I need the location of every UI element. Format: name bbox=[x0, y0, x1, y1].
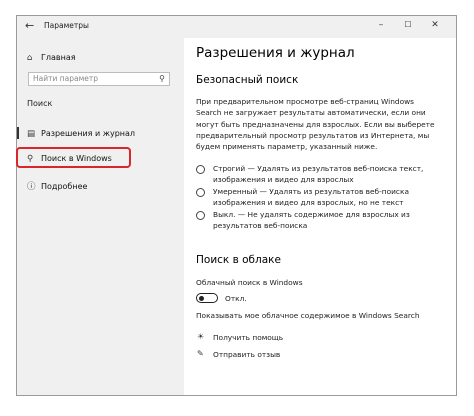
sidebar-home[interactable]: ⌂ Главная bbox=[27, 53, 76, 63]
radio-moderate-label: Умеренный — Удалять из результатов веб-п… bbox=[213, 187, 409, 208]
title-bar: ← Параметры – ☐ ✕ bbox=[17, 16, 456, 38]
radio-strict-label: Строгий — Удалять из результатов веб-пои… bbox=[213, 164, 424, 185]
toggle-knob bbox=[199, 295, 204, 301]
cloud-search-label: Облачный поиск в Windows bbox=[196, 278, 303, 287]
help-icon: ☀ bbox=[197, 332, 205, 341]
radio-strict[interactable] bbox=[196, 165, 205, 174]
content-pane: Разрешения и журнал Безопасный поиск При… bbox=[184, 38, 456, 395]
safe-search-description: При предварительном просмотре веб-страни… bbox=[196, 97, 435, 152]
home-icon: ⌂ bbox=[27, 53, 33, 63]
history-list-icon: ▤ bbox=[27, 129, 36, 139]
radio-off-label: Выкл. — Не удалять содержимое для взросл… bbox=[213, 210, 410, 231]
info-icon: ⓘ bbox=[27, 182, 36, 192]
search-input[interactable]: Найти параметр ⚲ bbox=[28, 72, 170, 86]
settings-window: ← Параметры – ☐ ✕ ⌂ Главная Найти парамет… bbox=[16, 15, 457, 396]
sidebar: ⌂ Главная Найти параметр ⚲ Поиск ▤ Разреше… bbox=[16, 38, 184, 395]
close-icon[interactable]: ✕ bbox=[428, 20, 442, 30]
window-title: Параметры bbox=[44, 21, 89, 30]
feedback-icon: ✎ bbox=[197, 349, 204, 358]
radio-moderate[interactable] bbox=[196, 188, 205, 197]
page-title: Разрешения и журнал bbox=[196, 45, 355, 61]
show-cloud-content-label: Показывать мое облачное содержимое в Win… bbox=[196, 311, 420, 320]
cloud-search-heading: Поиск в облаке bbox=[196, 254, 281, 266]
highlight-frame bbox=[16, 147, 131, 168]
get-help-link[interactable]: Получить помощь bbox=[213, 333, 283, 342]
active-indicator bbox=[17, 127, 19, 139]
sidebar-item-more[interactable]: ⓘ Подробнее bbox=[27, 180, 87, 192]
sidebar-item-permissions[interactable]: ▤ Разрешения и журнал bbox=[27, 129, 135, 139]
minimize-icon[interactable]: – bbox=[374, 20, 388, 30]
cloud-search-toggle[interactable] bbox=[196, 293, 218, 303]
radio-off[interactable] bbox=[196, 211, 205, 220]
maximize-icon[interactable]: ☐ bbox=[401, 20, 415, 29]
search-icon[interactable]: ⚲ bbox=[159, 73, 165, 85]
back-arrow-icon[interactable]: ← bbox=[25, 19, 34, 32]
safe-search-heading: Безопасный поиск bbox=[196, 74, 299, 86]
toggle-state-label: Откл. bbox=[225, 294, 247, 303]
send-feedback-link[interactable]: Отправить отзыв bbox=[213, 350, 280, 359]
sidebar-section-title: Поиск bbox=[27, 99, 53, 108]
